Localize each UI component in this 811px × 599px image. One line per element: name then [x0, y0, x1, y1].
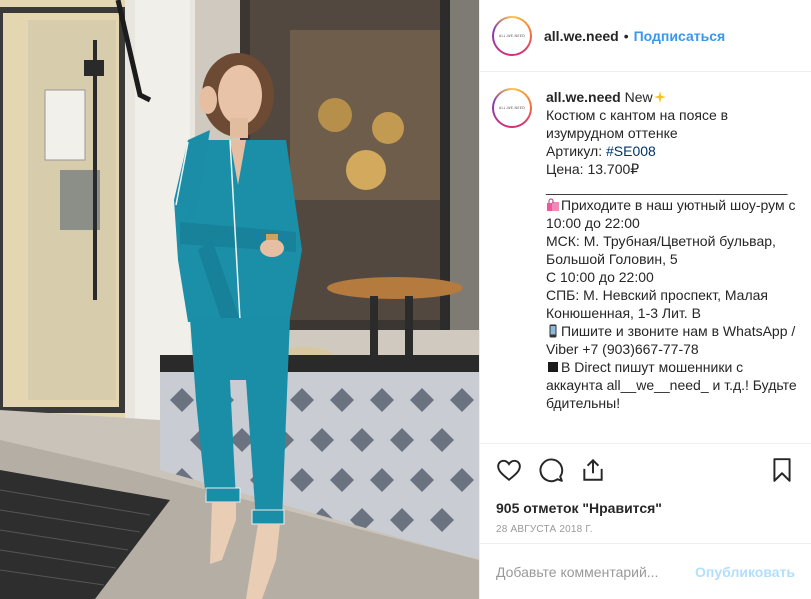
- post-caption: all.we.need New Костюм с кантом на поясе…: [546, 88, 799, 442]
- shopping-bags-icon: [547, 198, 559, 211]
- publish-button[interactable]: Опубликовать: [695, 564, 795, 580]
- caption-username[interactable]: all.we.need: [546, 89, 621, 105]
- post-actions: 905 отметок "Нравится" 28 августа 2018 г…: [480, 443, 811, 535]
- comment-input[interactable]: [496, 563, 696, 580]
- sparkles-icon: [653, 91, 666, 103]
- share-icon[interactable]: [580, 457, 606, 483]
- black-square-icon: [548, 362, 558, 372]
- caption-section: ALL.WE.NEED all.we.need New Костюм с кан…: [480, 72, 811, 442]
- caption-divider: _______________________________: [546, 179, 788, 195]
- post-photo[interactable]: [0, 0, 479, 599]
- post-photo-illustration: [0, 0, 479, 599]
- caption-new: New: [624, 89, 653, 105]
- header-separator: •: [623, 27, 629, 44]
- post-date[interactable]: 28 августа 2018 г.: [496, 524, 795, 535]
- post-header: ALL.WE.NEED all.we.need • Подписаться: [480, 0, 811, 72]
- caption-price: Цена: 13.700₽: [546, 161, 640, 177]
- caption-showroom-line: Приходите в наш уютный шоу-рум с 10:00 д…: [546, 196, 799, 232]
- mobile-phone-icon: [549, 324, 557, 338]
- caption-contact-line: Пишите и звоните нам в WhatsApp / Viber …: [546, 322, 799, 358]
- comment-icon[interactable]: [538, 457, 564, 483]
- post-username[interactable]: all.we.need: [544, 28, 619, 44]
- heart-icon[interactable]: [496, 457, 522, 483]
- caption-description: Костюм с кантом на поясе в изумрудном от…: [546, 107, 729, 141]
- comment-bar: Опубликовать: [480, 543, 811, 599]
- hashtag-link[interactable]: #SE008: [606, 143, 656, 159]
- caption-hours: С 10:00 до 22:00: [546, 269, 654, 285]
- caption-contact: Пишите и звоните нам в WhatsApp / Viber …: [546, 323, 796, 357]
- bookmark-icon[interactable]: [769, 457, 795, 483]
- follow-button[interactable]: Подписаться: [634, 28, 726, 44]
- caption-warning: В Direct пишут мошенники с аккаунта all_…: [546, 359, 797, 411]
- avatar-logo: ALL.WE.NEED: [494, 17, 530, 54]
- post-sidebar: ALL.WE.NEED all.we.need • Подписаться AL…: [479, 0, 811, 599]
- caption-avatar-logo: ALL.WE.NEED: [494, 90, 530, 126]
- caption-sku-line: Артикул: #SE008: [546, 142, 799, 160]
- avatar[interactable]: ALL.WE.NEED: [492, 15, 532, 56]
- caption-sku-label: Артикул:: [546, 143, 606, 159]
- action-icons: [496, 454, 795, 486]
- likes-count[interactable]: 905 отметок "Нравится": [496, 500, 795, 516]
- caption-warning-line: В Direct пишут мошенники с аккаунта all_…: [546, 358, 799, 412]
- caption-showroom: Приходите в наш уютный шоу-рум с 10:00 д…: [546, 197, 796, 231]
- caption-avatar[interactable]: ALL.WE.NEED: [492, 88, 532, 128]
- caption-msk: МСК: М. Трубная/Цветной бульвар, Большой…: [546, 233, 776, 267]
- caption-spb: СПБ: М. Невский проспект, Малая Конюшенн…: [546, 287, 768, 321]
